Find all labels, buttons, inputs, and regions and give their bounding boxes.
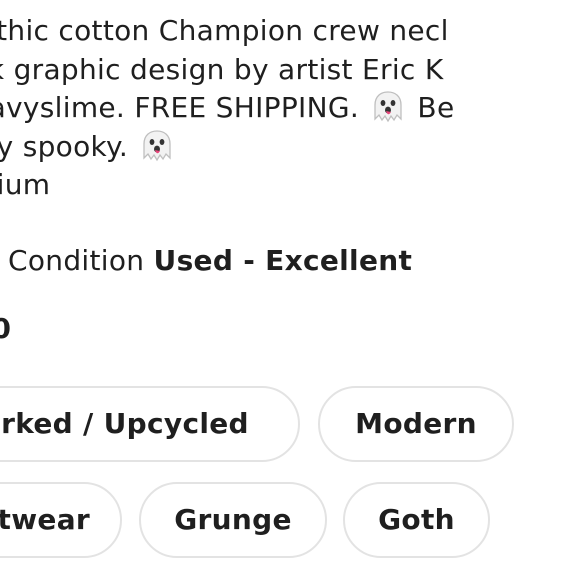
description-text: ook graphic design by artist Eric K [0,52,444,86]
description-text: stay spooky. [0,129,129,163]
tag-chip-grunge[interactable]: Grunge [139,482,327,558]
tag-chip-modern[interactable]: Modern [318,386,514,462]
description-line: stay spooky. [0,128,580,167]
description-line: neavyslime. FREE SHIPPING. Be [0,89,580,128]
condition-value: Used - Excellent [153,244,413,277]
condition-row: Condition Used - Excellent [8,243,412,279]
description-line: th thic cotton Champion crew necl [0,12,580,51]
listing-detail-view: th thic cotton Champion crew necl ook gr… [0,0,580,580]
description-line: ook graphic design by artist Eric K [0,51,580,90]
description-line: ledium [0,166,580,205]
price: 60 [0,312,11,345]
size-text: ledium [0,168,51,201]
description-text: Be [408,91,455,124]
tag-chip-goth[interactable]: Goth [343,482,490,558]
description-text: neavyslime. FREE SHIPPING. [0,91,360,124]
ghost-icon [143,129,171,161]
tag-chip-reworked-upcycled[interactable]: rked / Upcycled [0,386,300,462]
item-description: th thic cotton Champion crew necl ook gr… [0,12,580,205]
condition-label: Condition [8,244,145,277]
description-text: thic cotton Champion crew necl [0,14,449,47]
tag-chip-streetwear[interactable]: twear [0,482,122,558]
ghost-icon [374,91,402,123]
